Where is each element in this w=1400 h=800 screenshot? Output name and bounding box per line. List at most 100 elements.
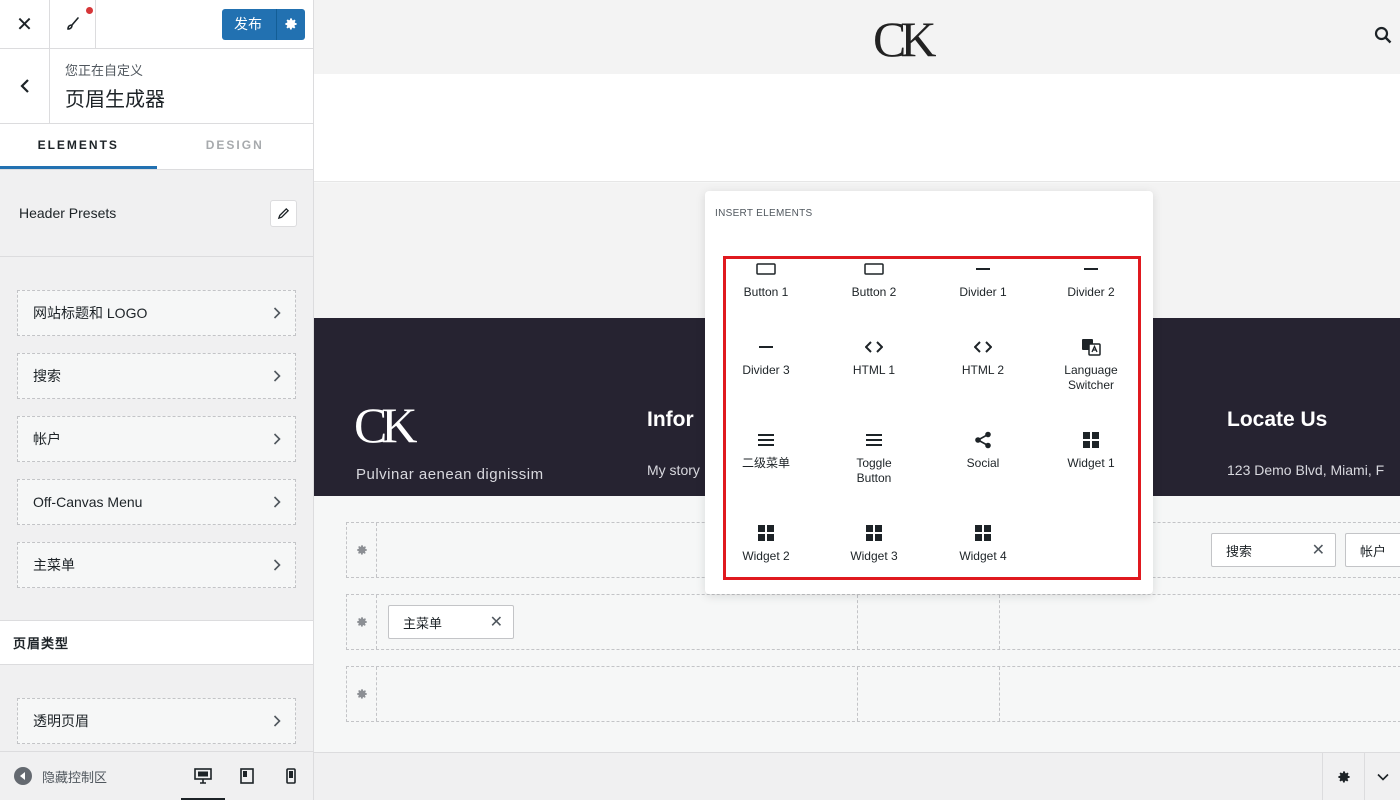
insert-element-label: Divider 2 — [1067, 285, 1115, 299]
tab-elements[interactable]: ELEMENTS — [0, 124, 157, 169]
device-mobile-button[interactable] — [269, 752, 313, 800]
builder-collapse-button[interactable] — [1364, 753, 1400, 800]
insert-element-item[interactable]: Divider 1 — [933, 259, 1033, 300]
publish-settings-button[interactable] — [277, 9, 305, 40]
insert-element-item[interactable]: Widget 2 — [716, 523, 816, 564]
notification-dot — [86, 6, 93, 14]
search-icon — [1374, 26, 1392, 44]
translate-icon — [1081, 337, 1101, 357]
insert-element-item[interactable]: Divider 3 — [716, 337, 816, 378]
insert-element-item[interactable]: Divider 2 — [1041, 259, 1141, 300]
site-logo[interactable]: CK — [873, 10, 937, 68]
widget-icon — [866, 523, 882, 543]
builder-row-bottom — [346, 666, 1400, 722]
element-item-label: 帐户 — [33, 431, 61, 447]
header-search-button[interactable] — [1374, 26, 1392, 49]
customizer-topbar: ✕ 发布 — [0, 0, 313, 49]
element-item-transparent-header[interactable]: 透明页眉 — [17, 698, 296, 744]
chip-label: 帐户 — [1360, 543, 1387, 559]
insert-element-item[interactable]: Widget 4 — [933, 523, 1033, 564]
back-button[interactable] — [0, 48, 50, 124]
gear-icon — [285, 18, 297, 30]
row-settings-button[interactable] — [347, 523, 377, 577]
publish-button[interactable]: 发布 — [222, 8, 277, 40]
remove-icon[interactable]: ✕ — [1312, 540, 1325, 560]
customizer-context: 您正在自定义 页眉生成器 — [0, 48, 313, 124]
divider-icon — [759, 337, 773, 357]
element-item-search[interactable]: 搜索 — [17, 353, 296, 399]
chevron-right-icon — [273, 496, 281, 508]
row-settings-button[interactable] — [347, 595, 377, 649]
edit-presets-button[interactable] — [270, 199, 297, 227]
builder-settings-button[interactable] — [1322, 753, 1364, 800]
element-item-account[interactable]: 帐户 — [17, 416, 296, 462]
insert-element-item[interactable]: 二级菜单 — [716, 430, 816, 471]
popup-title: INSERT ELEMENTS — [715, 208, 813, 219]
builder-zone-divider — [857, 595, 858, 649]
insert-element-item[interactable]: HTML 2 — [933, 337, 1033, 378]
chip-label: 主菜单 — [403, 615, 443, 631]
footer-locate-heading: Locate Us — [1227, 408, 1328, 431]
insert-element-item[interactable]: Button 1 — [716, 259, 816, 300]
divider-icon — [976, 259, 990, 279]
row-settings-button[interactable] — [347, 667, 377, 721]
panel-tabs: ELEMENTS DESIGN — [0, 124, 313, 170]
close-icon: ✕ — [16, 13, 33, 36]
builder-zone-divider — [999, 667, 1000, 721]
insert-element-label: Social — [966, 456, 1000, 470]
tab-design[interactable]: DESIGN — [157, 124, 314, 169]
collapse-icon — [14, 767, 32, 785]
footer-tagline: Pulvinar aenean dignissim — [356, 466, 544, 483]
divider-icon — [1084, 259, 1098, 279]
remove-icon[interactable]: ✕ — [490, 612, 503, 632]
code-icon — [974, 337, 992, 357]
element-item-off-canvas-menu[interactable]: Off-Canvas Menu — [17, 479, 296, 525]
element-item-main-menu[interactable]: 主菜单 — [17, 542, 296, 588]
insert-element-item[interactable]: Social — [933, 430, 1033, 471]
mobile-icon — [286, 768, 296, 784]
insert-elements-popup: INSERT ELEMENTS Button 1 Button 2 Divider … — [705, 191, 1153, 594]
header-type-heading: 页眉类型 — [0, 620, 313, 665]
gear-icon — [356, 617, 367, 627]
share-icon — [974, 430, 992, 450]
widget-icon — [758, 523, 774, 543]
insert-element-item[interactable]: Button 2 — [824, 259, 924, 300]
device-desktop-button[interactable] — [181, 752, 225, 800]
footer-info-text: My story — [647, 462, 700, 478]
insert-element-label: Language Switcher — [1064, 363, 1118, 392]
footer-address: 123 Demo Blvd, Miami, F — [1227, 462, 1385, 478]
context-subtitle: 您正在自定义 — [65, 63, 144, 78]
element-item-label: 搜索 — [33, 368, 61, 384]
gear-icon — [356, 545, 367, 555]
button-icon — [864, 259, 884, 279]
insert-element-label: Divider 3 — [742, 363, 790, 377]
publish-button-group: 发布 — [222, 8, 305, 40]
insert-element-item[interactable]: Widget 1 — [1041, 430, 1141, 471]
element-item-label: 主菜单 — [33, 557, 75, 573]
style-button[interactable] — [50, 0, 96, 49]
insert-element-item[interactable]: Toggle Button — [824, 430, 924, 486]
close-button[interactable]: ✕ — [0, 0, 50, 49]
element-item-site-title[interactable]: 网站标题和 LOGO — [17, 290, 296, 336]
builder-zone-divider — [999, 595, 1000, 649]
builder-row-main: 主菜单 ✕ — [346, 594, 1400, 650]
insert-element-label: 二级菜单 — [741, 456, 790, 470]
header-presets-label: Header Presets — [19, 205, 117, 221]
insert-element-item[interactable]: Widget 3 — [824, 523, 924, 564]
builder-chip-main-menu[interactable]: 主菜单 ✕ — [388, 605, 514, 639]
hide-controls-button[interactable]: 隐藏控制区 — [0, 767, 181, 786]
builder-chip-account[interactable]: 帐户 — [1345, 533, 1400, 567]
tablet-icon — [240, 768, 254, 784]
button-icon — [756, 259, 776, 279]
insert-element-label: Button 2 — [851, 285, 897, 299]
insert-element-item[interactable]: Language Switcher — [1041, 337, 1141, 393]
pencil-icon — [277, 207, 290, 219]
device-tablet-button[interactable] — [225, 752, 269, 800]
insert-element-item[interactable]: HTML 1 — [824, 337, 924, 378]
site-header: CK — [314, 0, 1400, 74]
insert-element-label: Widget 4 — [959, 549, 1007, 563]
customizer-sidebar: ✕ 发布 您正在自定义 页眉生成器 ELEMENTS DESIGN Header… — [0, 0, 314, 800]
builder-footer — [314, 752, 1400, 800]
builder-chip-search[interactable]: 搜索 ✕ — [1211, 533, 1336, 567]
chevron-down-icon — [1376, 773, 1389, 781]
